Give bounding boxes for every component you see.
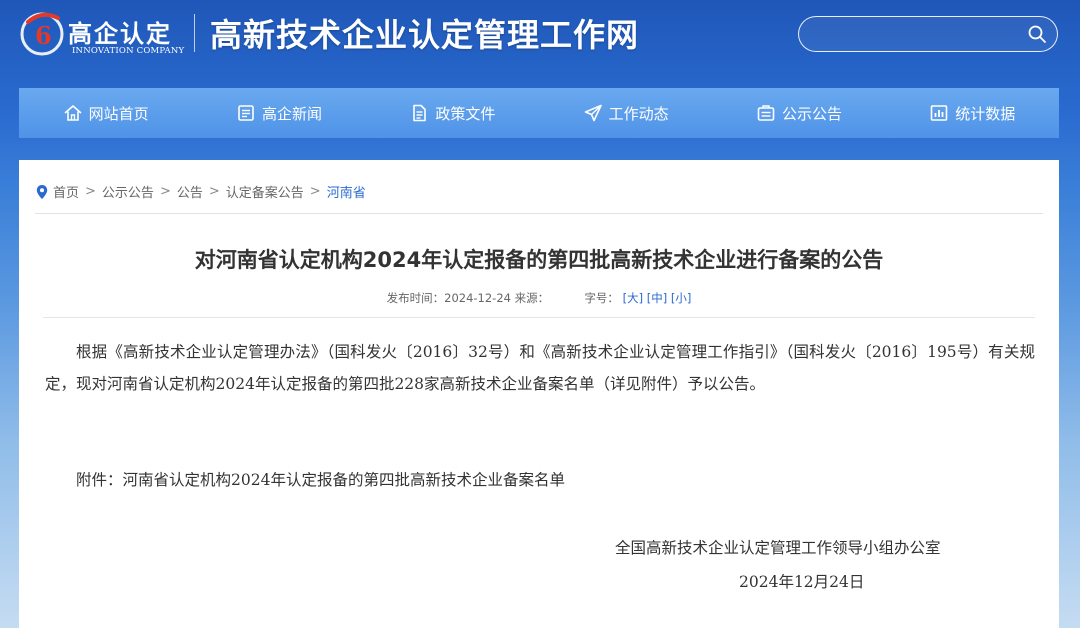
signature-organization: 全国高新技术企业认定管理工作领导小组办公室	[615, 539, 941, 557]
breadcrumb-home[interactable]: 首页	[53, 182, 79, 201]
breadcrumb-announcement[interactable]: 公告	[177, 182, 203, 201]
logo-mark-icon: 6	[20, 12, 64, 56]
nav-item-work[interactable]: 工作动态	[539, 88, 712, 138]
nav-item-policy[interactable]: 政策文件	[366, 88, 539, 138]
logo-text-cn: 高企认定	[68, 20, 172, 48]
breadcrumb-notices[interactable]: 公示公告	[102, 182, 154, 201]
nav-label: 工作动态	[608, 104, 669, 123]
breadcrumb-filing[interactable]: 认定备案公告	[226, 182, 304, 201]
logo-divider	[194, 14, 195, 52]
main-nav: 网站首页 高企新闻 政策文件 工作动态 公示公告 统计数据	[19, 88, 1059, 138]
breadcrumb-separator: >	[159, 184, 171, 199]
search-box	[798, 16, 1058, 52]
font-size-large-button[interactable]: [大]	[623, 291, 643, 305]
publish-info: 发布时间：2024-12-24 来源：	[386, 291, 550, 305]
font-size-medium-button[interactable]: [中]	[647, 291, 667, 305]
breadcrumb-separator: >	[208, 184, 220, 199]
article-meta: 发布时间：2024-12-24 来源： 字号： [大] [中] [小]	[19, 290, 1059, 306]
notice-icon	[757, 105, 775, 121]
signature-date: 2024年12月24日	[739, 573, 865, 591]
nav-item-stats[interactable]: 统计数据	[886, 88, 1059, 138]
news-icon	[238, 105, 254, 121]
site-title: 高新技术企业认定管理工作网	[210, 16, 640, 54]
location-pin-icon	[36, 184, 48, 199]
article-body: 根据《高新技术企业认定管理办法》（国科发火〔2016〕32号）和《高新技术企业认…	[45, 343, 1035, 393]
paper-plane-icon	[584, 104, 602, 122]
nav-label: 统计数据	[955, 104, 1016, 123]
search-input[interactable]	[813, 23, 1013, 45]
breadcrumb-separator: >	[85, 184, 96, 199]
nav-label: 高企新闻	[261, 104, 322, 123]
nav-label: 政策文件	[435, 104, 496, 123]
font-size-label: 字号：	[584, 291, 619, 305]
document-icon	[413, 104, 427, 122]
logo-text-en: INNOVATION COMPANY	[72, 46, 185, 56]
search-icon[interactable]	[1027, 24, 1047, 44]
breadcrumb: 首页 > 公示公告 > 公告 > 认定备案公告 > 河南省	[35, 182, 366, 201]
breadcrumb-divider	[35, 213, 1043, 214]
chart-icon	[930, 105, 948, 121]
nav-label: 公示公告	[781, 104, 842, 123]
article-attachment[interactable]: 附件：河南省认定机构2024年认定报备的第四批高新技术企业备案名单	[45, 468, 1035, 490]
nav-item-home[interactable]: 网站首页	[19, 88, 192, 138]
article-panel: 首页 > 公示公告 > 公告 > 认定备案公告 > 河南省 对河南省认定机构20…	[19, 160, 1059, 628]
svg-text:6: 6	[35, 21, 52, 50]
nav-item-news[interactable]: 高企新闻	[192, 88, 365, 138]
home-icon	[64, 105, 82, 121]
site-logo[interactable]: 6 高企认定 INNOVATION COMPANY	[18, 8, 188, 58]
nav-item-notice[interactable]: 公示公告	[712, 88, 885, 138]
breadcrumb-current[interactable]: 河南省	[327, 182, 366, 201]
font-size-small-button[interactable]: [小]	[671, 291, 691, 305]
article-title: 对河南省认定机构2024年认定报备的第四批高新技术企业进行备案的公告	[194, 248, 884, 272]
site-header: 6 高企认定 INNOVATION COMPANY 高新技术企业认定管理工作网	[0, 0, 1080, 86]
breadcrumb-separator: >	[309, 184, 321, 199]
meta-divider	[43, 317, 1035, 318]
nav-label: 网站首页	[88, 104, 149, 123]
